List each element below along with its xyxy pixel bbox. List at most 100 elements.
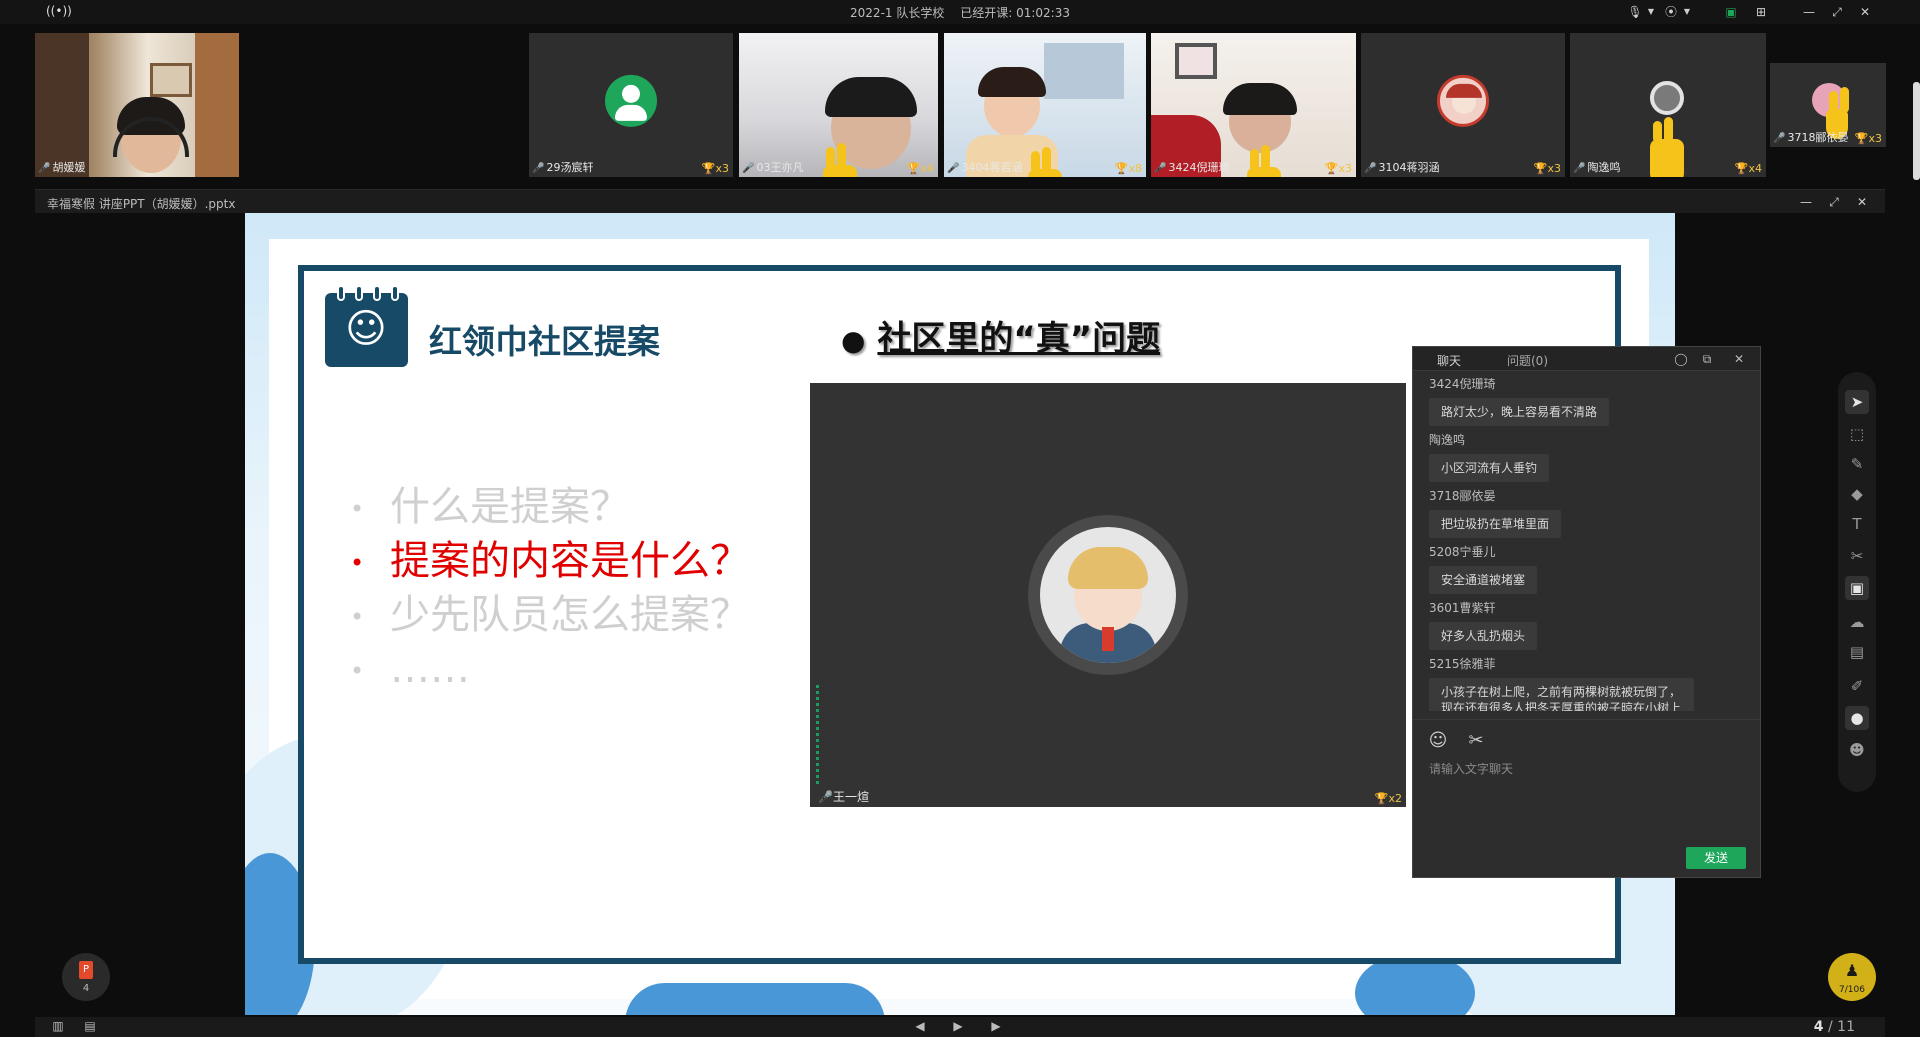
chat-message: 3718郦依晏 把垃圾扔在草堆里面 — [1429, 487, 1562, 538]
video-strip-scrollbar[interactable] — [1913, 82, 1920, 180]
teacher-video-tile[interactable]: 🎤 胡媛媛 — [35, 33, 239, 177]
tab-questions[interactable]: 问题(0) — [1507, 352, 1548, 369]
bookshelf-graphic — [35, 33, 89, 177]
minimize-icon[interactable]: — — [1797, 193, 1815, 211]
chat-icon[interactable]: ● — [1845, 706, 1869, 730]
ppt-badge-count: 4 — [82, 983, 90, 994]
message-sender: 3424倪珊琦 — [1429, 377, 1496, 391]
audio-level-meter — [816, 685, 819, 785]
scissors-icon[interactable]: ✂ — [1845, 544, 1869, 568]
participant-hair — [1223, 83, 1297, 115]
close-icon[interactable]: ✕ — [1856, 3, 1874, 21]
edit-icon[interactable]: ✐ — [1845, 674, 1869, 698]
briefcase-icon[interactable]: ▤ — [1845, 640, 1869, 664]
mic-icon: 🎤 — [1773, 133, 1786, 144]
document-title: 幸福寒假 讲座PPT（胡媛媛）.pptx — [47, 197, 236, 211]
minimize-icon[interactable]: — — [1800, 3, 1818, 21]
participant-hair — [825, 77, 917, 117]
chevron-down-icon[interactable]: ▼ — [1642, 3, 1660, 21]
speech-bubble-icon[interactable]: ◯ — [1673, 351, 1689, 367]
participant-name: 🎤 29汤宸轩 — [532, 161, 594, 174]
grid-layout-icon[interactable]: ⊞ — [1752, 3, 1770, 21]
elapsed-label: 已经开课: 01:02:33 — [960, 6, 1070, 20]
mic-icon: 🎤 — [742, 163, 755, 174]
mic-icon: 🎤 — [532, 163, 545, 174]
send-button[interactable]: 发送 — [1686, 847, 1746, 869]
camera-icon[interactable]: ▣ — [1845, 576, 1869, 600]
restore-icon[interactable]: ⤢ — [1825, 193, 1843, 211]
mic-icon: 🎤 — [1573, 163, 1586, 174]
scissors-icon[interactable]: ✂ — [1465, 730, 1487, 752]
participant-tile[interactable]: 🎤 3104蒋羽涵 🏆x3 — [1361, 33, 1565, 177]
text-icon[interactable]: T — [1845, 512, 1869, 536]
slide-title: 红领巾社区提案 — [429, 322, 660, 361]
ppt-icon: P — [79, 961, 93, 979]
participant-name: 🎤 3104蒋羽涵 — [1364, 161, 1440, 174]
close-icon[interactable]: ✕ — [1853, 193, 1871, 211]
decorative-blob — [625, 983, 885, 1015]
participant-name: 🎤 03王亦凡 — [742, 161, 804, 174]
prev-slide-icon[interactable]: ◀ — [911, 1019, 929, 1035]
trophy-count: 🏆x4 — [906, 162, 934, 175]
chat-input[interactable]: 请输入文字聊天 — [1429, 760, 1513, 777]
speaker-avatar — [1028, 515, 1188, 675]
bullet-item: • 什么是提案？ — [350, 484, 630, 530]
participant-tile[interactable]: 🎤 3404蒋若涵 🏆x8 — [944, 33, 1146, 177]
slide-control-bar: ▥ ▤ ◀ ▶ ▶ 4 / 11 — [35, 1017, 1885, 1037]
document-title-bar: 幸福寒假 讲座PPT（胡媛媛）.pptx — ⤢ ✕ — [35, 189, 1885, 213]
chat-panel: 聊天 问题(0) ◯ ⧉ ✕ 3424倪珊琦 路灯太少，晚上容易看不清路 陶逸鸣… — [1412, 346, 1761, 878]
tab-chat[interactable]: 聊天 — [1437, 352, 1461, 369]
bullet-item: •…… — [350, 646, 470, 692]
chat-message: 5215徐雅菲 小孩子在树上爬，之前有两棵树就被玩倒了，现在还有很多人把冬天厚重… — [1429, 655, 1694, 711]
pointer-icon[interactable]: ➤ — [1845, 390, 1869, 414]
pen-icon[interactable]: ✎ — [1845, 452, 1869, 476]
chat-message: 3424倪珊琦 路灯太少，晚上容易看不清路 — [1429, 375, 1610, 426]
heading-bullet-dot: ● — [841, 324, 866, 357]
users-icon[interactable]: ☻ — [1845, 738, 1869, 762]
chat-tabs: 聊天 问题(0) ◯ ⧉ ✕ — [1413, 347, 1760, 371]
mic-icon: 🎤 — [38, 163, 51, 174]
message-bubble: 路灯太少，晚上容易看不清路 — [1429, 398, 1610, 426]
eraser-icon[interactable]: ◆ — [1845, 482, 1869, 506]
raise-hand-icon — [1650, 117, 1684, 177]
bullet-item: • 少先队员怎么提案？ — [350, 592, 750, 638]
popout-icon[interactable]: ⧉ — [1699, 351, 1715, 367]
calendar-smile-icon: ☺ — [325, 285, 408, 367]
participant-tile[interactable]: 🎤 3424倪珊琦 🏆x3 — [1151, 33, 1356, 177]
next-slide-icon[interactable]: ▶ — [987, 1019, 1005, 1035]
ppt-file-badge[interactable]: P 4 — [62, 953, 110, 1001]
photo-frame-graphic — [1175, 43, 1217, 79]
mic-icon: 🎤 — [947, 163, 960, 174]
participant-name: 🎤 3718郦依晏 — [1773, 131, 1849, 144]
raise-hand-icon — [1028, 147, 1062, 177]
chevron-down-icon[interactable]: ▼ — [1678, 3, 1696, 21]
restore-icon[interactable]: ⤢ — [1828, 3, 1846, 21]
message-bubble: 小区河流有人垂钓 — [1429, 454, 1550, 482]
page-indicator: 4 / 11 — [1813, 1019, 1855, 1035]
participant-tile[interactable]: 🎤 29汤宸轩 🏆x3 — [529, 33, 733, 177]
close-icon[interactable]: ✕ — [1731, 351, 1747, 367]
participant-name: 🎤 3404蒋若涵 — [947, 161, 1023, 174]
cloud-icon[interactable]: ☁ — [1845, 610, 1869, 634]
user-avatar-icon — [1437, 74, 1489, 127]
notes-icon[interactable]: ▤ — [81, 1019, 99, 1035]
select-area-icon[interactable]: ⬚ — [1845, 422, 1869, 446]
speaker-video-tile[interactable]: 🎤王一煊 🏆x2 — [810, 383, 1406, 807]
attendance-badge[interactable]: ♟ 7/106 — [1828, 953, 1876, 1001]
participant-tile[interactable]: 🎤 3718郦依晏 🏆x3 — [1770, 63, 1886, 147]
message-sender: 3601曹紫轩 — [1429, 601, 1496, 615]
chat-message: 3601曹紫轩 好多人乱扔烟头 — [1429, 599, 1538, 650]
poster-graphic — [1044, 43, 1124, 99]
play-icon[interactable]: ▶ — [949, 1019, 967, 1035]
participant-name: 🎤 陶逸鸣 — [1573, 161, 1621, 174]
door-graphic — [195, 33, 239, 177]
participant-tile[interactable]: 🎤 03王亦凡 🏆x4 — [739, 33, 938, 177]
share-screen-icon[interactable]: ▣ — [1722, 3, 1740, 21]
layout-icon[interactable]: ▥ — [49, 1019, 67, 1035]
annotation-tool-rail: ➤ ⬚ ✎ ◆ T ✂ ▣ ☁ ▤ ✐ ● ☻ — [1838, 372, 1876, 792]
wall-frame-graphic — [150, 63, 192, 97]
podium-icon: ♟ — [1844, 961, 1860, 980]
chat-message-list[interactable]: 3424倪珊琦 路灯太少，晚上容易看不清路 陶逸鸣 小区河流有人垂钓 3718郦… — [1413, 371, 1760, 711]
participant-tile[interactable]: 🎤 陶逸鸣 🏆x4 — [1570, 33, 1766, 177]
emoji-icon[interactable]: ☺ — [1427, 730, 1449, 752]
